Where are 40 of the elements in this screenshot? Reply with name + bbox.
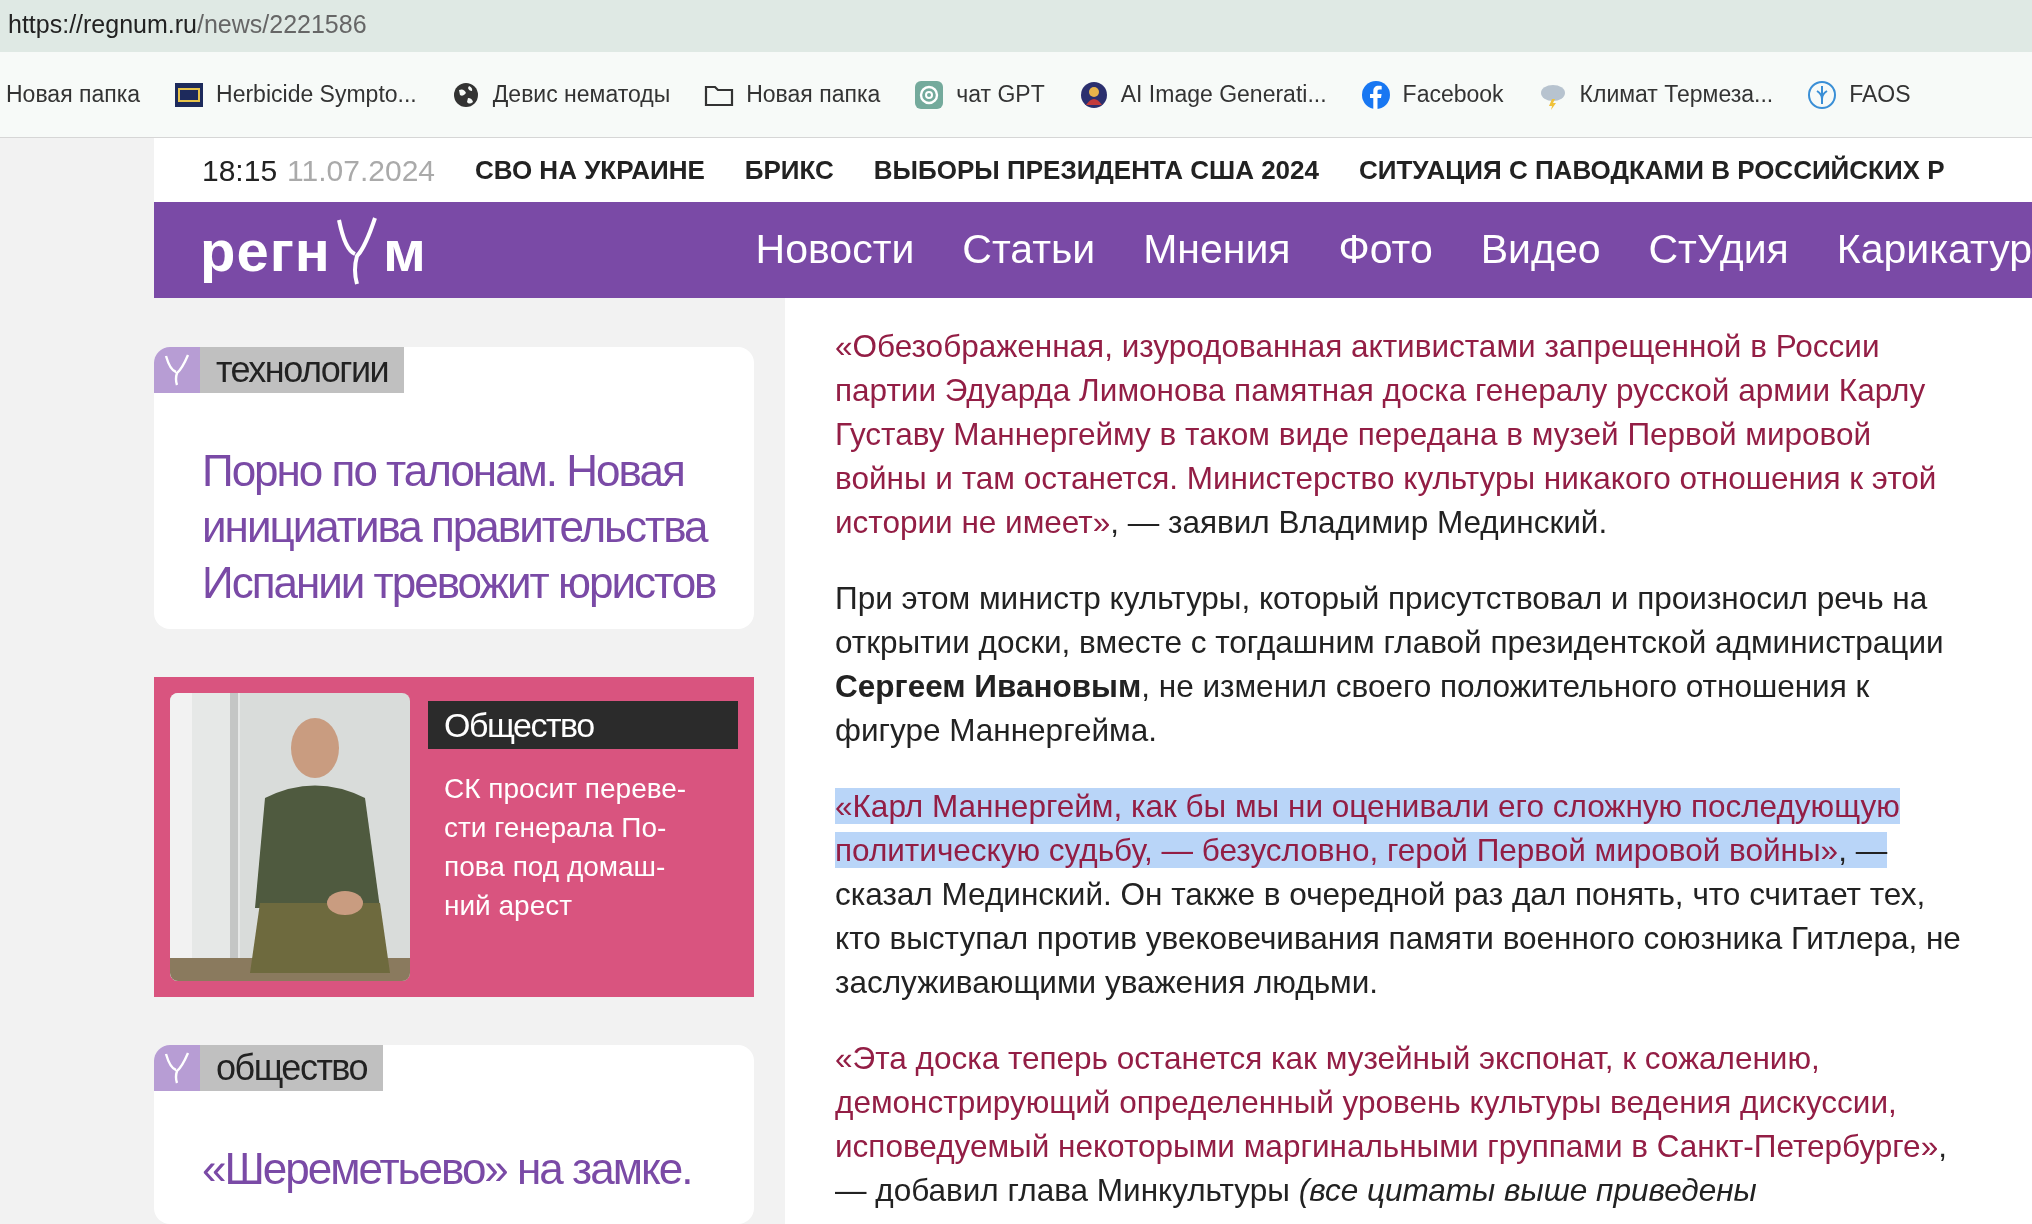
site-logo[interactable]: регн м (200, 206, 427, 294)
headline-link[interactable]: СК просит переве- сти генерала По- пова под домаш- ний арест (428, 748, 738, 925)
nav-link-item[interactable]: СтУдия (1648, 219, 1789, 281)
category-label: Общество (428, 700, 738, 749)
knot-logo-icon (914, 79, 945, 110)
round-logo-icon (1078, 79, 1109, 110)
headline-link[interactable]: Порно по талонам. Новая инициатива правительства Испании тревожит юристов (154, 393, 754, 611)
wheat-emblem-icon (1807, 79, 1838, 110)
nav-link-item[interactable]: Фото (1338, 219, 1433, 281)
time-text: 18:15 (202, 152, 278, 189)
nav-link-item[interactable]: Карикатур (1836, 219, 2032, 281)
bookmark[interactable]: FAOS (1807, 77, 1911, 112)
nav-link-item[interactable]: Мнения (1143, 219, 1291, 281)
paragraph-text: «Карл Маннергейм, как бы мы ни оценивали его сложную последующую политическую судьбу, — безусловно, герой Первой мировой войны», — сказал Мединский. Он также в очередной раз дал понять, что считает тех, кто выступал против увековечивания памяти военного союзника Гитлера, не заслуживающими уважения людьми. (835, 787, 1962, 1002)
topic-link[interactable]: СИТУАЦИЯ С ПАВОДКАМИ В РОССИЙСКИХ Р (1359, 150, 1945, 190)
bookmark[interactable]: Девис нематоды (450, 77, 671, 112)
nav-link-item[interactable]: Новости (755, 219, 915, 281)
paragraph-text: При этом министр культуры, который присутствовал и произносил речь на открытии доски, вместе с тогдашним главой президентской администрации Сергеем Ивановым, не изменил своего положительного отношения к фигуре Маннергейма. (835, 579, 1945, 750)
paragraph-text: «Обезображенная, изуродованная активистами запрещенной в России партии Эдуарда Лимонова памятная доска генералу русской армии Карлу Густаву Маннергейму в таком виде передана в музей Первой мировой войны и там останется. Министерство культуры никакого отношения к этой истории не имеет», — заявил Владимир Мединский. (835, 327, 1938, 542)
paragraph-text: «Эта доска теперь останется как музейный экспонат, к сожалению, демонстрирующий определенный уровень культуры ведения дискуссии, исповедуемый некоторыми маргинальными группами в Санкт-Петербурге», — добавил глава Минкультуры (все цитаты выше приведены (835, 1039, 1948, 1210)
logo-mark-icon (163, 1050, 191, 1085)
bookmark[interactable]: Facebook (1360, 77, 1504, 112)
category-label: технологии (200, 347, 405, 393)
bookmark[interactable]: Новая папка (704, 77, 881, 112)
topic-link[interactable]: ВЫБОРЫ ПРЕЗИДЕНТА США 2024 (873, 150, 1319, 190)
date-text: 11.07.2024 (287, 152, 435, 189)
bookmark[interactable]: чат GPT (914, 77, 1045, 112)
bookmark[interactable]: AI Image Generati... (1078, 77, 1327, 112)
nav-link-item[interactable]: Видео (1480, 219, 1601, 281)
bookmark[interactable]: Климат Термеза... (1537, 77, 1774, 112)
facebook-icon (1360, 79, 1391, 110)
address-bar[interactable]: https://regnum.ru/news/2221586 (0, 0, 2032, 52)
logo-mark-icon (163, 353, 191, 387)
bookmark[interactable]: Herbicide Sympto... (174, 77, 417, 112)
headline-link[interactable]: «Шереметьево» на замке. (154, 1090, 754, 1197)
topic-link[interactable]: СВО НА УКРАИНЕ (475, 150, 705, 190)
topic-link[interactable]: БРИКС (744, 150, 834, 190)
bookmark[interactable]: Новая папка (6, 77, 141, 112)
nav-link-item[interactable]: Статьи (962, 219, 1096, 281)
category-label: общество (200, 1044, 384, 1091)
